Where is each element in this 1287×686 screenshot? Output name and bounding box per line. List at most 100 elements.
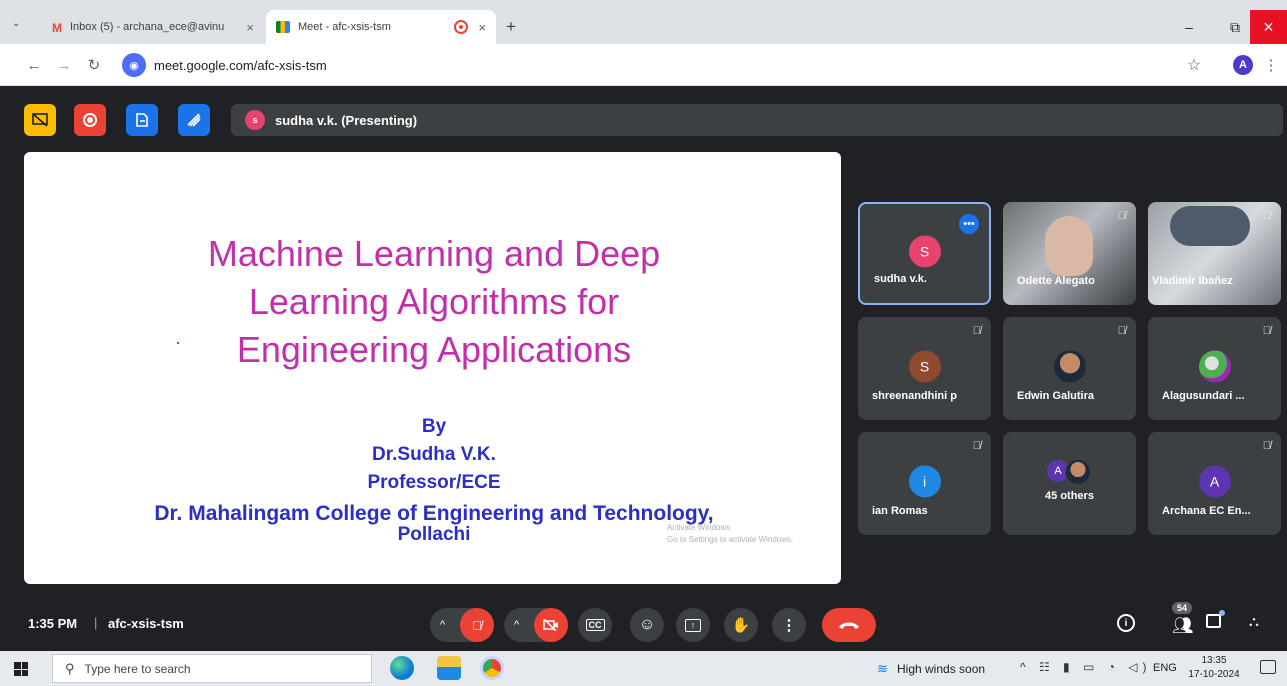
participant-tile[interactable]: 🎙̸ Vladimir Ibañez [1148,202,1281,305]
notifications-icon[interactable] [1260,660,1276,674]
participant-avatar: S [908,234,941,267]
url-text: meet.google.com/afc-xsis-tsm [154,57,327,73]
participant-tile[interactable]: 🎙̸ i ian Romas [858,432,991,535]
people-icon: 👥︎ [1172,616,1194,635]
chevron-up-icon[interactable]: ^ [514,619,519,631]
windows-start-icon[interactable] [14,662,28,676]
gmail-icon: M [52,21,62,35]
browser-menu-icon[interactable]: ⋮ [1263,53,1279,77]
emoji-icon: ☺ [638,616,656,633]
others-photo-avatar [1065,459,1091,485]
reload-icon[interactable]: ↻ [82,53,106,77]
url-field[interactable]: ◉ meet.google.com/afc-xsis-tsm [118,51,1168,79]
participant-tile[interactable]: 🎙̸ Edwin Galutira [1003,317,1136,420]
chat-button[interactable] [1206,610,1226,634]
participant-tile[interactable]: 🎙̸ A Archana EC En... [1148,432,1281,535]
edge-icon[interactable] [390,656,414,680]
tab-meet-label: Meet - afc-xsis-tsm [298,21,391,33]
participant-avatar: A [1198,464,1231,497]
back-arrow-icon[interactable]: ← [22,53,46,77]
captions-button[interactable]: CC [578,608,612,642]
participant-name: Edwin Galutira [1017,390,1095,402]
people-count-badge: 54 [1172,602,1193,614]
chrome-icon[interactable] [480,656,504,680]
activities-button[interactable]: ⛬ [1249,613,1259,631]
others-tile[interactable]: A 45 others [1003,432,1136,535]
hide-presentation-button[interactable] [24,104,56,136]
clock[interactable]: 13:35 17-10-2024 [1186,654,1242,682]
participant-tile[interactable]: ••• S sudha v.k. [858,202,991,305]
close-tab-icon[interactable]: × [246,20,254,35]
search-icon: ⚲ [65,660,75,676]
profile-avatar[interactable]: A [1233,55,1253,75]
language-indicator[interactable]: ENG [1153,662,1177,674]
system-tray-icons[interactable]: ^ ☷ ▮ ▭ ◔ ◁) [1020,660,1151,674]
participant-name: Odette Alegato [1017,275,1095,287]
camera-off-button[interactable] [534,608,568,642]
more-options-icon[interactable]: ••• [959,214,979,234]
activation-watermark: Activate Windows Go to Settings to activ… [667,522,793,546]
tab-gmail-label: Inbox (5) - archana_ece@avinu [70,21,225,33]
participant-video [1170,206,1250,246]
participant-photo-avatar [1053,349,1086,382]
tab-meet[interactable]: Meet - afc-xsis-tsm × [266,10,496,44]
annotate-button[interactable] [178,104,210,136]
tab-gmail[interactable]: M Inbox (5) - archana_ece@avinu × [42,10,264,44]
clock-date: 17-10-2024 [1188,669,1240,680]
forward-arrow-icon[interactable]: → [52,53,76,77]
bookmark-star-icon[interactable]: ☆ [1182,53,1206,77]
slide-by: By [421,416,447,437]
meet-icon [276,21,290,33]
chat-notification-dot [1219,610,1225,616]
mic-off-icon: 🎙̸ [1117,325,1126,337]
activities-shapes-icon: ⛬ [1249,613,1259,629]
mic-off-icon: 🎙̸ [972,440,981,452]
hand-icon: ✋ [731,617,751,634]
taskbar-search[interactable]: ⚲ Type here to search [52,654,372,683]
chat-icon [1206,614,1221,628]
participant-tile[interactable]: 🎙̸ Odette Alegato [1003,202,1136,305]
record-icon [83,113,97,127]
participant-photo-avatar [1198,349,1231,382]
end-call-button[interactable] [822,608,876,642]
phone-hangup-icon [839,622,859,629]
mic-off-icon: 🎙̸ [1262,325,1271,337]
chevron-up-icon[interactable]: ^ [440,619,445,631]
notes-button[interactable] [126,104,158,136]
meeting-details-icon[interactable]: i [1117,614,1135,632]
mic-control-group[interactable]: ^ 🎙̸ [430,608,494,642]
meet-control-bar: 1:35 PM | afc-xsis-tsm ^ 🎙̸ ^ CC ☺ ↑ ✋ ⋮ [0,600,1287,650]
tab-search-chevron-icon[interactable]: ⌄ [12,18,20,29]
others-count: 45 others [1045,490,1094,502]
close-window-button[interactable]: × [1250,10,1287,44]
reactions-button[interactable]: ☺ [630,608,664,642]
present-button[interactable]: ↑ [676,608,710,642]
recording-indicator-icon [454,20,469,34]
mic-off-icon: 🎙̸ [1117,210,1126,222]
meet-window: s sudha v.k. (Presenting) Machine Learni… [0,86,1287,651]
raise-hand-button[interactable]: ✋ [724,608,758,642]
participant-tile[interactable]: 🎙̸ Alagusundari ... [1148,317,1281,420]
slide-title: Machine Learning and Deep Learning Algor… [207,233,661,370]
file-explorer-icon[interactable] [437,656,461,680]
participant-avatar: i [908,464,941,497]
participant-name: sudha v.k. [874,273,927,285]
clock-time: 13:35 [1201,655,1227,666]
close-tab-icon[interactable]: × [478,20,486,35]
recording-button[interactable] [74,104,106,136]
mic-off-button[interactable]: 🎙̸ [460,608,494,642]
new-tab-button[interactable]: + [506,17,516,37]
presenter-label: sudha v.k. (Presenting) [275,112,418,128]
participant-name: ian Romas [872,505,928,517]
minimize-button[interactable]: – [1166,10,1212,44]
people-button[interactable]: 54 👥︎ [1160,602,1194,640]
participant-video [1045,216,1093,276]
presentation-off-icon [32,113,48,127]
participant-tile[interactable]: 🎙̸ S shreenandhini p [858,317,991,420]
weather-text[interactable]: High winds soon [897,662,985,676]
slide-role: Professor/ECE [367,472,501,493]
more-options-button[interactable]: ⋮ [772,608,806,642]
camera-control-group[interactable]: ^ [504,608,568,642]
site-info-icon[interactable]: ◉ [122,53,146,77]
meeting-separator: | [94,615,98,630]
